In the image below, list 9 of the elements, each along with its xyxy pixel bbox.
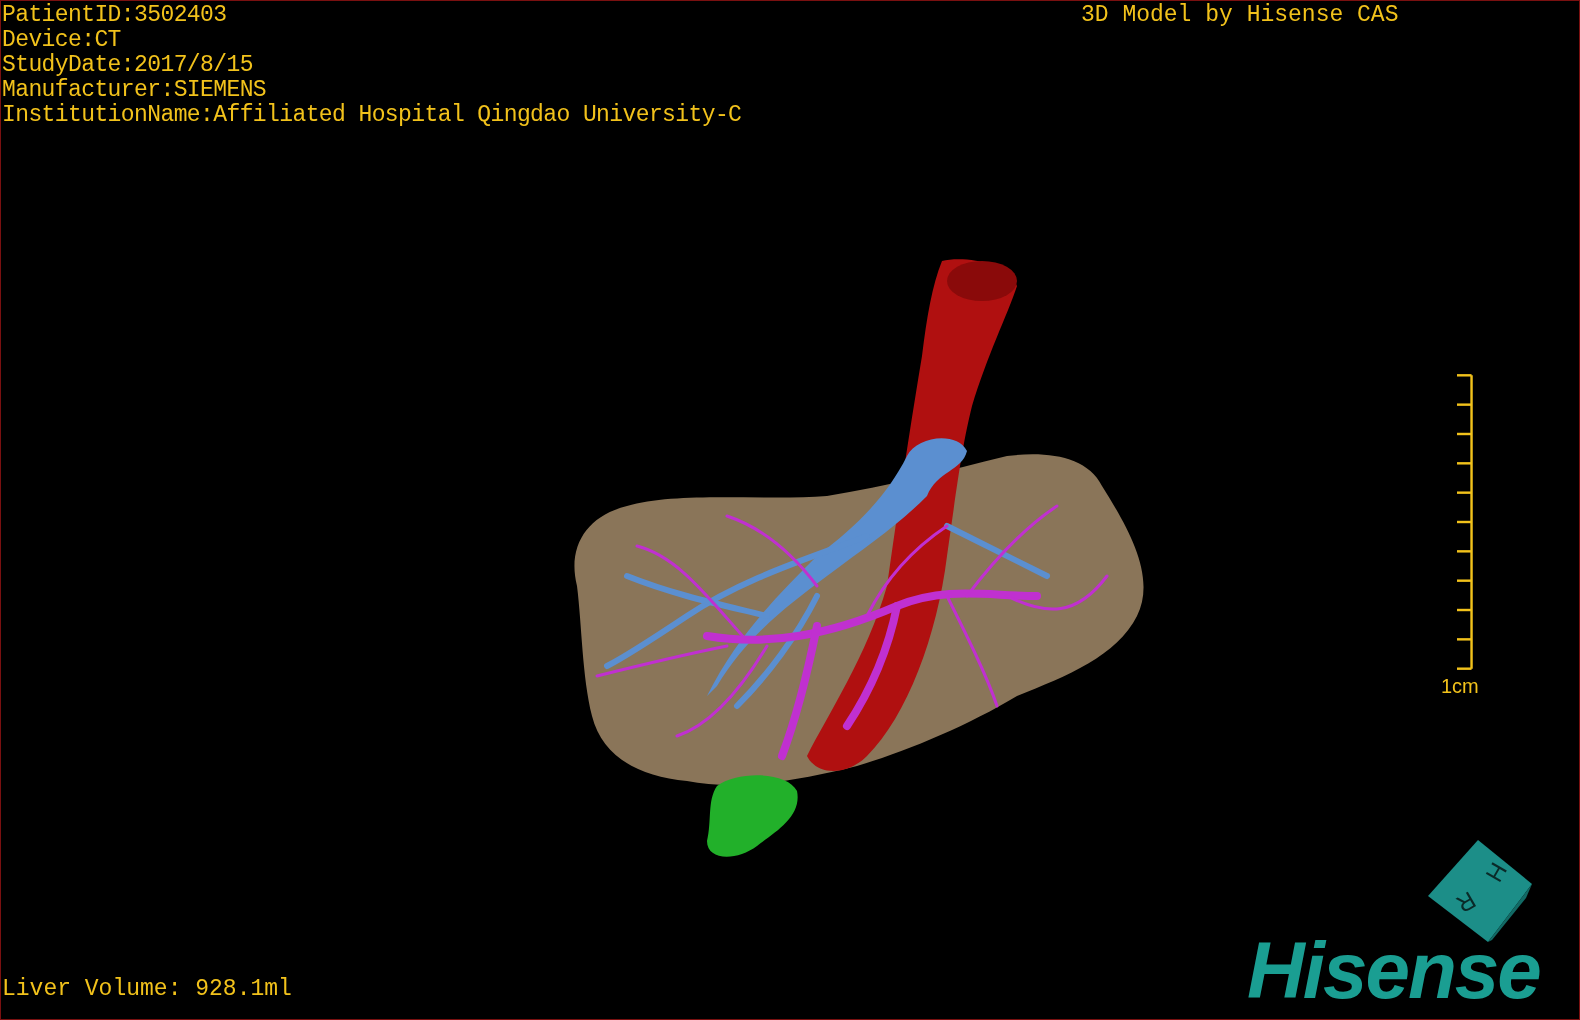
liver-volume-text: Liver Volume: 928.1ml xyxy=(2,977,292,1002)
scale-label: 1cm xyxy=(1441,675,1479,697)
patient-info-text: InstitutionName:Affiliated Hospital Qingdao University-C xyxy=(2,103,742,128)
patient-info-text: StudyDate:2017/8/15 xyxy=(2,53,254,78)
viewer-title: 3D Model by Hisense CAS xyxy=(1081,3,1399,28)
patient-info-text: Device:CT xyxy=(2,28,122,53)
patient-info-text: PatientID:3502403 xyxy=(2,3,228,28)
logo-text: Hisense xyxy=(1247,931,1540,1011)
patient-info-text: Manufacturer:SIEMENS xyxy=(2,78,268,103)
